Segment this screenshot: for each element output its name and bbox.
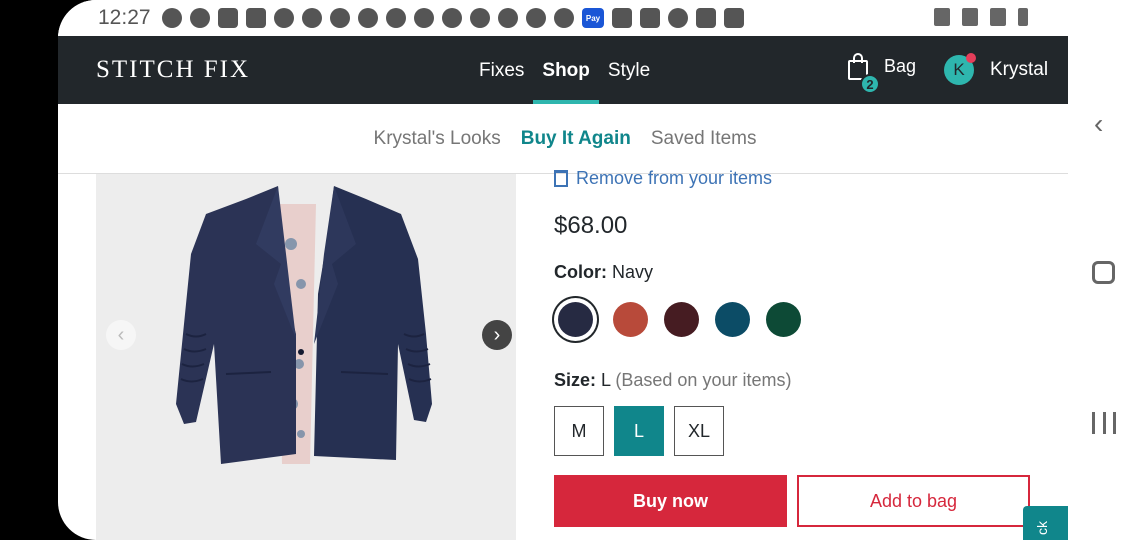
feedback-label: ck bbox=[1034, 521, 1050, 535]
color-value: Navy bbox=[612, 262, 654, 282]
phone-frame: 12:27 Pay STITCH FIX Fixes Shop Style 2 … bbox=[0, 0, 1140, 540]
swatch-teal[interactable] bbox=[715, 302, 750, 337]
size-value: L bbox=[601, 370, 611, 390]
chrome-icon bbox=[414, 8, 434, 28]
shopping-bag-icon bbox=[696, 8, 716, 28]
size-option-l[interactable]: L bbox=[614, 406, 664, 456]
tag-icon bbox=[470, 8, 490, 28]
chrome-icon bbox=[358, 8, 378, 28]
browser-screen: 12:27 Pay STITCH FIX Fixes Shop Style 2 … bbox=[58, 0, 1068, 540]
notification-dot bbox=[966, 53, 976, 63]
swatch-burgundy[interactable] bbox=[664, 302, 699, 337]
add-to-bag-button[interactable]: Add to bag bbox=[797, 475, 1030, 527]
color-swatches bbox=[554, 302, 801, 337]
amazon-icon bbox=[612, 8, 632, 28]
android-nav-bar: ‹ bbox=[1068, 0, 1140, 540]
messenger-icon bbox=[162, 8, 182, 28]
trash-icon bbox=[554, 170, 568, 187]
chrome-icon bbox=[442, 8, 462, 28]
avatar-initial: K bbox=[953, 60, 965, 79]
status-time: 12:27 bbox=[98, 6, 151, 29]
nav-fixes[interactable]: Fixes bbox=[470, 36, 533, 104]
pay-icon: Pay bbox=[582, 8, 604, 28]
size-option-m[interactable]: M bbox=[554, 406, 604, 456]
chrome-icon bbox=[498, 8, 518, 28]
home-icon[interactable] bbox=[1092, 261, 1115, 284]
size-label-key: Size: bbox=[554, 370, 597, 390]
product-image bbox=[96, 174, 516, 540]
chrome-icon bbox=[386, 8, 406, 28]
youtube-icon bbox=[218, 8, 238, 28]
bag-button[interactable]: 2 Bag bbox=[848, 52, 917, 94]
battery-icon bbox=[1018, 8, 1028, 26]
stitch-fix-logo[interactable]: STITCH FIX bbox=[96, 56, 250, 84]
chrome-icon bbox=[526, 8, 546, 28]
feedback-tab[interactable]: ck bbox=[1023, 506, 1068, 540]
bag-count-badge: 2 bbox=[860, 74, 880, 94]
nav-shop[interactable]: Shop bbox=[533, 36, 599, 104]
mute-icon bbox=[934, 8, 950, 26]
system-icons bbox=[934, 8, 1028, 26]
chrome-icon bbox=[302, 8, 322, 28]
shopping-bag-icon: 2 bbox=[848, 52, 880, 94]
zillow-icon bbox=[640, 8, 660, 28]
chrome-icon bbox=[330, 8, 350, 28]
notification-icons: Pay bbox=[162, 8, 744, 28]
site-header: STITCH FIX Fixes Shop Style 2 Bag K Krys… bbox=[58, 36, 1068, 104]
size-label: Size: L (Based on your items) bbox=[554, 370, 791, 391]
swatch-navy[interactable] bbox=[558, 302, 593, 337]
remove-from-items-link[interactable]: Remove from your items bbox=[554, 168, 772, 189]
buy-now-button[interactable]: Buy now bbox=[554, 475, 787, 527]
google-icon bbox=[554, 8, 574, 28]
swatch-green[interactable] bbox=[766, 302, 801, 337]
avatar: K bbox=[944, 53, 976, 85]
size-note: (Based on your items) bbox=[615, 370, 792, 390]
youtube-icon bbox=[246, 8, 266, 28]
sub-nav: Krystal's Looks Buy It Again Saved Items bbox=[58, 104, 1068, 174]
next-image-button[interactable]: › bbox=[482, 320, 512, 350]
subnav-buy-it-again[interactable]: Buy It Again bbox=[521, 104, 631, 173]
recent-apps-icon[interactable] bbox=[1092, 412, 1116, 434]
chevron-left-icon: ‹ bbox=[117, 323, 125, 346]
back-icon[interactable]: ‹ bbox=[1094, 108, 1110, 139]
user-menu[interactable]: K Krystal bbox=[944, 53, 1049, 85]
subnav-saved-items[interactable]: Saved Items bbox=[651, 104, 757, 173]
bag-label: Bag bbox=[884, 55, 917, 76]
chrome-icon bbox=[274, 8, 294, 28]
status-bar: 12:27 Pay bbox=[58, 0, 1068, 36]
subnav-krystals-looks[interactable]: Krystal's Looks bbox=[374, 104, 501, 173]
color-label: Color: Navy bbox=[554, 262, 653, 283]
nav-style[interactable]: Style bbox=[599, 36, 659, 104]
product-price: $68.00 bbox=[554, 212, 628, 239]
signal-icon bbox=[990, 8, 1006, 26]
size-options: M L XL bbox=[554, 406, 724, 456]
main-nav: Fixes Shop Style bbox=[470, 36, 659, 104]
check-icon bbox=[724, 8, 744, 28]
size-option-xl[interactable]: XL bbox=[674, 406, 724, 456]
data-icon bbox=[962, 8, 978, 26]
pinterest-icon bbox=[668, 8, 688, 28]
remove-link-label: Remove from your items bbox=[576, 168, 773, 188]
chevron-right-icon: › bbox=[493, 323, 501, 346]
pinterest-icon bbox=[190, 8, 210, 28]
swatch-rust[interactable] bbox=[613, 302, 648, 337]
prev-image-button[interactable]: ‹ bbox=[106, 320, 136, 350]
blazer-image bbox=[176, 186, 432, 464]
color-label-key: Color: bbox=[554, 262, 607, 282]
user-name: Krystal bbox=[990, 59, 1049, 80]
